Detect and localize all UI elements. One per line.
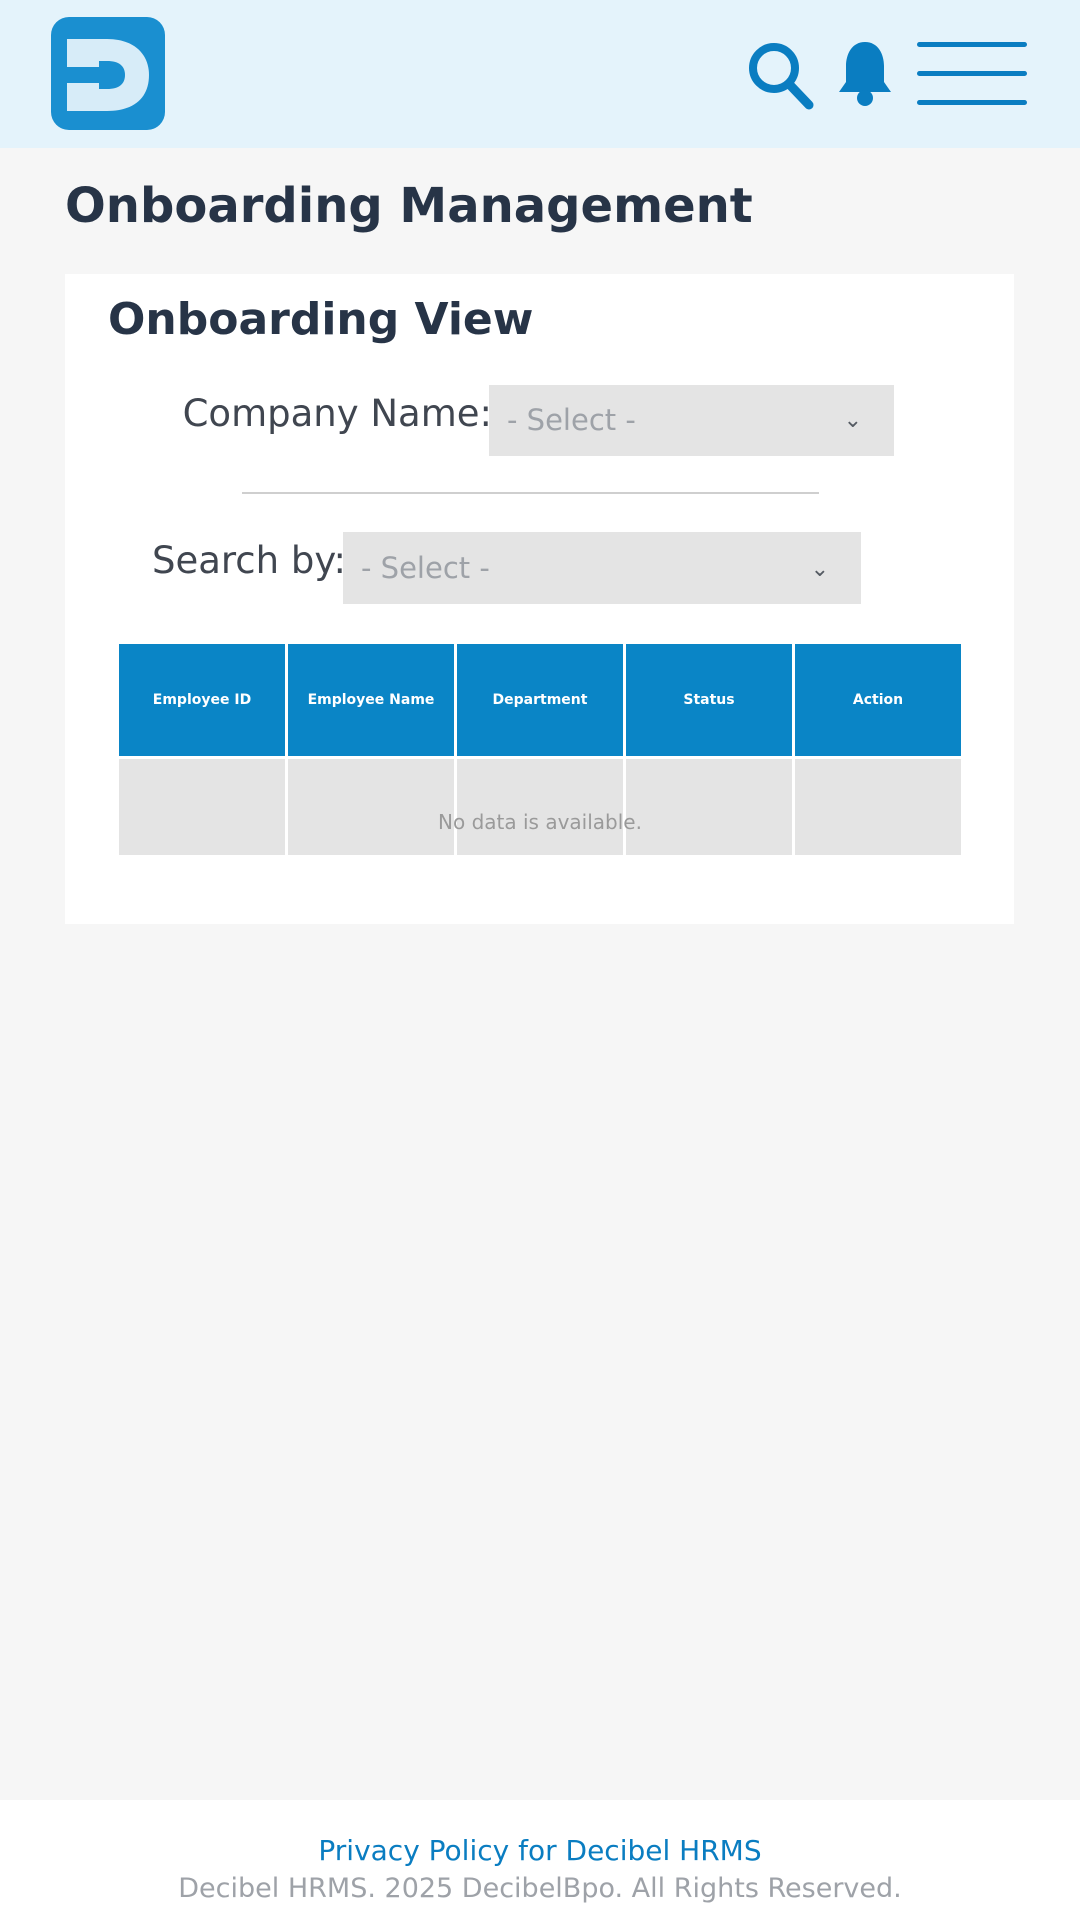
column-header-department[interactable]: Department (457, 644, 623, 756)
empty-cell (288, 759, 454, 855)
column-header-action[interactable]: Action (795, 644, 961, 756)
empty-cell (795, 759, 961, 855)
card-title: Onboarding View (108, 294, 534, 345)
empty-table-message: No data is available. (438, 810, 642, 834)
empty-cell (457, 759, 623, 855)
empty-cell (626, 759, 792, 855)
company-name-label: Company Name: (182, 392, 492, 435)
onboarding-table: Employee ID Employee Name Department Sta… (119, 644, 961, 855)
privacy-policy-link[interactable]: Privacy Policy for Decibel HRMS (0, 1834, 1080, 1867)
column-header-status[interactable]: Status (626, 644, 792, 756)
bell-icon (839, 42, 891, 106)
notifications-button[interactable] (836, 38, 894, 108)
divider (242, 492, 819, 494)
chevron-down-icon: ⌄ (810, 557, 829, 582)
empty-cell (119, 759, 285, 855)
logo-mark (51, 17, 165, 130)
company-name-select-value: - Select - (507, 403, 636, 437)
search-by-select-value: - Select - (361, 551, 490, 585)
menu-icon (917, 42, 1027, 105)
decibel-logo[interactable] (51, 17, 165, 130)
page-footer: Privacy Policy for Decibel HRMS Decibel … (0, 1800, 1080, 1920)
chevron-down-icon: ⌄ (843, 408, 862, 433)
search-icon (749, 43, 814, 110)
menu-button[interactable] (915, 38, 1029, 110)
app-header (0, 0, 1080, 148)
page-title: Onboarding Management (65, 178, 753, 234)
onboarding-view-card: Onboarding View Company Name: - Select -… (65, 274, 1014, 924)
company-name-select[interactable]: - Select - ⌄ (489, 385, 894, 456)
copyright-text: Decibel HRMS. 2025 DecibelBpo. All Right… (178, 1873, 902, 1904)
search-by-select[interactable]: - Select - ⌄ (343, 532, 861, 604)
search-by-label: Search by: (151, 539, 346, 582)
column-header-employee-id[interactable]: Employee ID (119, 644, 285, 756)
search-button[interactable] (746, 40, 816, 112)
column-header-employee-name[interactable]: Employee Name (288, 644, 454, 756)
